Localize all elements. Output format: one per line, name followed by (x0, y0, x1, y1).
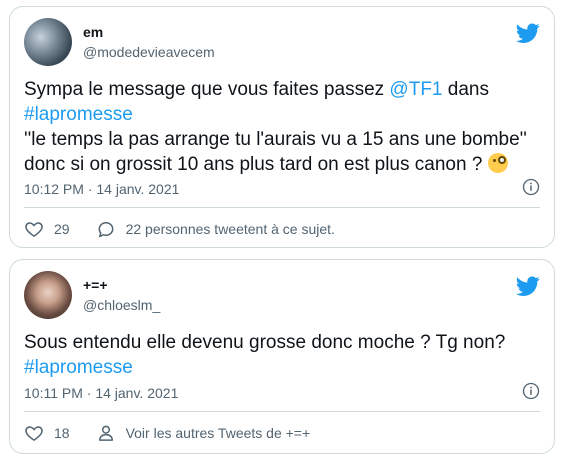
like-count: 18 (54, 425, 70, 441)
like-count: 29 (54, 221, 70, 237)
reply-conversation-link[interactable]: 22 personnes tweetent à ce sujet. (96, 219, 335, 239)
twitter-bird-icon[interactable] (516, 274, 540, 298)
twitter-bird-icon[interactable] (516, 21, 540, 45)
heart-icon (25, 222, 43, 237)
view-profile-tweets-link[interactable]: Voir les autres Tweets de +=+ (96, 423, 311, 443)
user-handle[interactable]: @chloeslm_ (83, 297, 160, 313)
avatar[interactable] (24, 271, 72, 319)
tweet-text-segment: Sympa le message que vous faites passez (24, 79, 390, 100)
emoji-monocle-icon (487, 153, 508, 173)
info-icon[interactable] (522, 178, 540, 196)
user-handle[interactable]: @modedevieavecem (83, 44, 215, 60)
divider (24, 207, 540, 208)
hashtag-link[interactable]: #lapromesse (24, 357, 133, 378)
tweet-card[interactable]: em @modedevieavecem Sympa le message que… (9, 6, 555, 248)
tweet-card[interactable]: +=+ @chloeslm_ Sous entendu elle devenu … (9, 259, 555, 454)
tweet-actions: 29 22 personnes tweetent à ce sujet. (24, 219, 540, 239)
mention-link[interactable]: @TF1 (389, 79, 442, 100)
tweet-text-line: donc si on grossit 10 ans plus tard on e… (24, 154, 488, 175)
timestamp[interactable]: 10:12 PM · 14 janv. 2021 (24, 181, 179, 197)
tweet-text-line: Sous entendu elle devenu grosse donc moc… (24, 332, 506, 353)
display-name[interactable]: em (83, 24, 103, 40)
tweet-text: Sous entendu elle devenu grosse donc moc… (24, 330, 540, 380)
timestamp[interactable]: 10:11 PM · 14 janv. 2021 (24, 385, 178, 401)
tweet-text-line: ''le temps la pas arrange tu l'aurais vu… (24, 129, 527, 150)
divider (24, 411, 540, 412)
avatar[interactable] (24, 18, 72, 66)
hashtag-link[interactable]: #lapromesse (24, 104, 133, 125)
display-name[interactable]: +=+ (83, 277, 108, 293)
info-icon[interactable] (522, 382, 540, 400)
tweet-actions: 18 Voir les autres Tweets de +=+ (24, 423, 540, 443)
tweet-text: Sympa le message que vous faites passez … (24, 77, 540, 177)
heart-icon (25, 426, 43, 441)
tweet-text-segment: dans (442, 79, 489, 100)
reply-text: 22 personnes tweetent à ce sujet. (125, 221, 335, 237)
person-icon (98, 425, 113, 441)
like-button[interactable]: 18 (24, 423, 70, 443)
profile-tweets-text: Voir les autres Tweets de +=+ (125, 425, 311, 441)
speech-bubble-icon (98, 222, 113, 238)
like-button[interactable]: 29 (24, 219, 70, 239)
